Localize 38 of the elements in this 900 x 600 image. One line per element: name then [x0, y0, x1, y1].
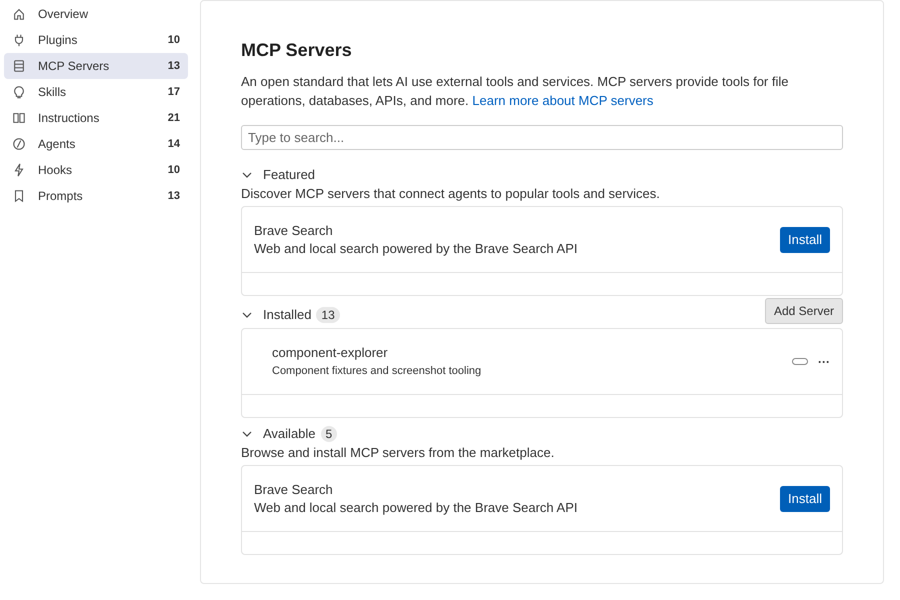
lightning-icon [12, 163, 26, 177]
learn-more-link[interactable]: Learn more about MCP servers [472, 93, 654, 108]
home-icon [12, 7, 26, 21]
server-description: Web and local search powered by the Brave Search API [254, 240, 579, 258]
install-button[interactable]: Install [780, 486, 830, 512]
server-description: Component fixtures and screenshot tooling [272, 364, 482, 378]
bookmark-icon [12, 189, 26, 203]
section-subtitle: Browse and install MCP servers from the marketplace. [241, 444, 556, 462]
more-button[interactable]: ··· [818, 356, 830, 368]
lightbulb-icon [12, 85, 26, 99]
sidebar-item[interactable]: Prompts 13 [4, 183, 188, 209]
count-badge: 13 [316, 307, 340, 323]
sidebar-item[interactable]: Hooks 10 [4, 157, 188, 183]
section-title: Available [263, 425, 316, 444]
section-subtitle: Discover MCP servers that connect agents to popular tools and services. [241, 185, 661, 203]
sidebar-item[interactable]: Instructions 21 [4, 105, 188, 131]
sidebar-item[interactable]: Skills 17 [4, 79, 188, 105]
install-button[interactable]: Install [780, 226, 830, 252]
count-badge: 5 [320, 426, 338, 442]
search-field[interactable]: Type to search... [241, 125, 843, 150]
server-description: Web and local search powered by the Brave Search API [254, 498, 579, 516]
sidebar-item[interactable]: MCP Servers 13 [4, 53, 188, 79]
book-icon [12, 111, 26, 125]
section-title: Installed [263, 306, 312, 324]
server-name: Brave Search [254, 222, 334, 240]
plug-icon [12, 33, 26, 47]
page-title: MCP Servers [241, 39, 353, 62]
sidebar-item[interactable]: Overview [4, 1, 188, 27]
page-description: An open standard that lets AI use external tools and services. MCP servers provide tools for file operations, databases, APIs, and more. Learn more about MCP servers [241, 73, 790, 110]
sidebar-item[interactable]: Plugins 10 [4, 27, 188, 53]
sidebar-item[interactable]: Agents 14 [4, 131, 188, 157]
section-title: Featured [263, 166, 316, 184]
server-name: Brave Search [254, 480, 334, 498]
server-icon [12, 59, 26, 73]
toggle-switch[interactable] [792, 358, 808, 365]
add-server-button[interactable]: Add Server [764, 298, 843, 324]
server-name: component-explorer [272, 344, 389, 362]
slash-circle-icon [12, 137, 26, 151]
